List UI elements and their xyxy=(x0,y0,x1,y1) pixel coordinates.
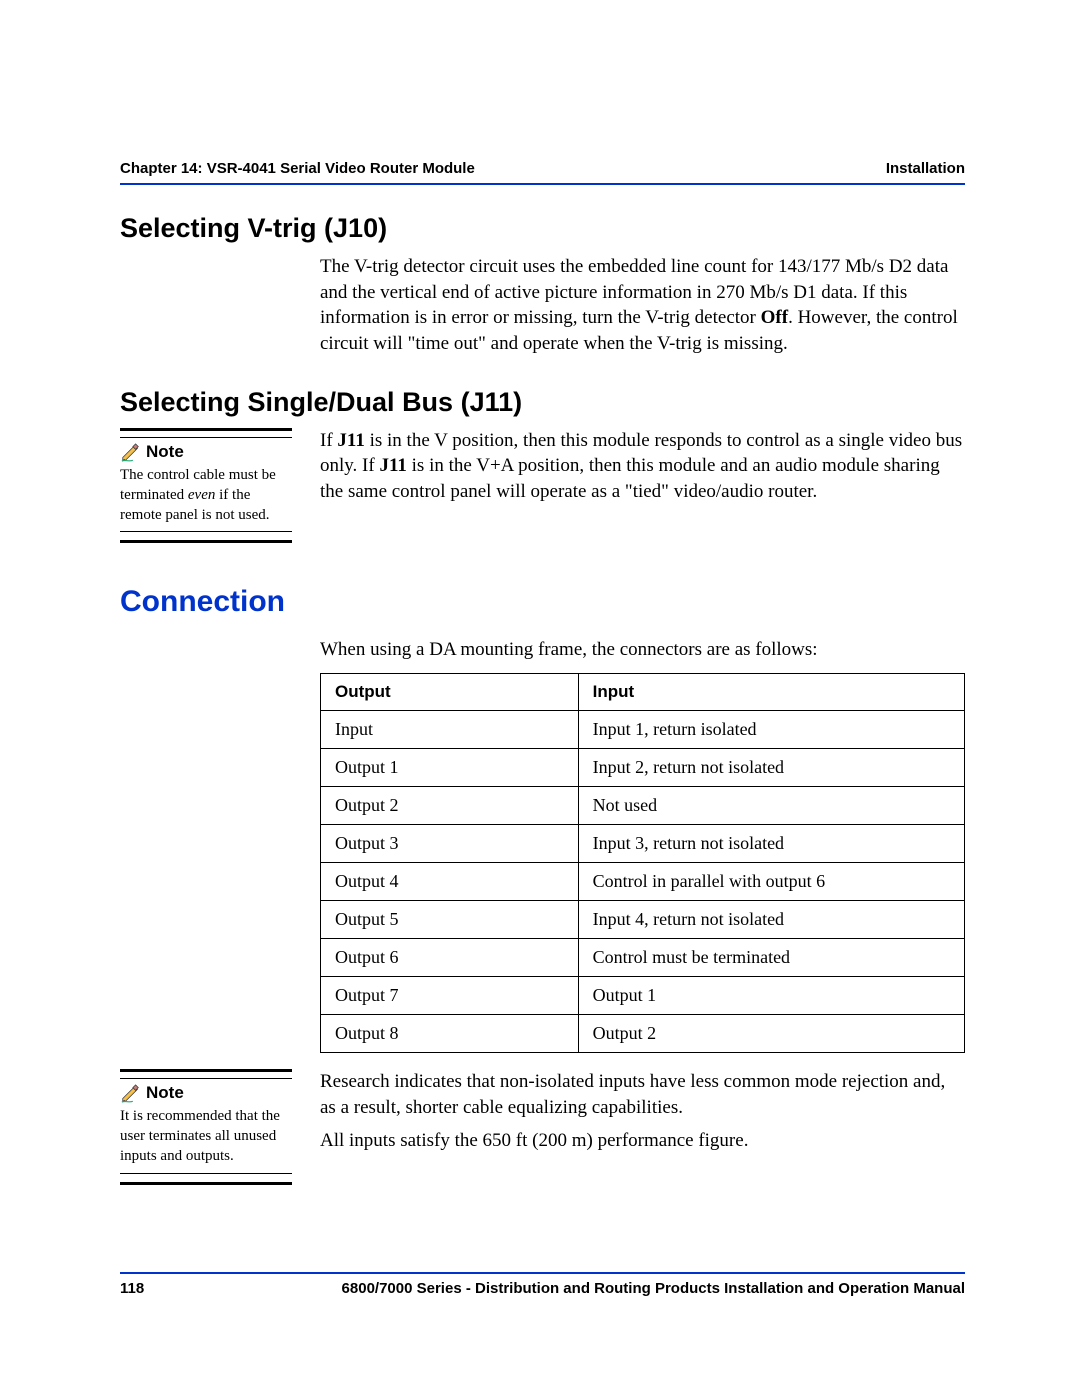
note-box-1: Note The control cable must be terminate… xyxy=(120,428,292,544)
note-header-1: Note xyxy=(120,437,292,463)
table-row: Output 5Input 4, return not isolated xyxy=(321,900,965,938)
cell: Input 3, return not isolated xyxy=(578,824,964,862)
para-vtrig-bold: Off xyxy=(761,307,788,328)
manual-title: 6800/7000 Series - Distribution and Rout… xyxy=(342,1280,965,1297)
table-row: InputInput 1, return isolated xyxy=(321,710,965,748)
cell: Input 1, return isolated xyxy=(578,710,964,748)
para-bus: If J11 is in the V position, then this m… xyxy=(320,428,965,505)
cell: Input xyxy=(321,710,579,748)
table-row: Output 8Output 2 xyxy=(321,1014,965,1052)
sidebar-note-2: Note It is recommended that the user ter… xyxy=(120,1069,320,1193)
cell: Output 7 xyxy=(321,976,579,1014)
page: Chapter 14: VSR-4041 Serial Video Router… xyxy=(0,0,1080,1397)
table-row: Output 6Control must be terminated xyxy=(321,938,965,976)
section-conn-row2: Note It is recommended that the user ter… xyxy=(120,1069,965,1193)
sidebar-empty-1 xyxy=(120,254,320,365)
cell: Output 1 xyxy=(578,976,964,1014)
note-header-2: Note xyxy=(120,1078,292,1104)
table-row: Output 1Input 2, return not isolated xyxy=(321,748,965,786)
sidebar-note-1: Note The control cable must be terminate… xyxy=(120,428,320,552)
th-input: Input xyxy=(578,673,964,710)
para-conn-after2: All inputs satisfy the 650 ft (200 m) pe… xyxy=(320,1128,965,1154)
cell: Output 5 xyxy=(321,900,579,938)
th-output: Output xyxy=(321,673,579,710)
note-text-1: The control cable must be terminated eve… xyxy=(120,465,292,533)
section-bus-body: If J11 is in the V position, then this m… xyxy=(320,428,965,552)
bus-s2-post: is in the V+A position, then this module… xyxy=(320,455,940,502)
table-row: Output 2Not used xyxy=(321,786,965,824)
cell: Output 4 xyxy=(321,862,579,900)
para-conn-after1: Research indicates that non-isolated inp… xyxy=(320,1069,965,1120)
table-header-row: Output Input xyxy=(321,673,965,710)
note-text-2: It is recommended that the user terminat… xyxy=(120,1106,292,1174)
running-footer: 118 6800/7000 Series - Distribution and … xyxy=(120,1272,965,1297)
section-conn-after: Research indicates that non-isolated inp… xyxy=(320,1069,965,1193)
pencil-icon xyxy=(120,1082,142,1104)
cell: Not used xyxy=(578,786,964,824)
connection-table: Output Input InputInput 1, return isolat… xyxy=(320,673,965,1053)
page-number: 118 xyxy=(120,1280,144,1297)
section-bus-row: Note The control cable must be terminate… xyxy=(120,428,965,552)
bus-s1-b: J11 xyxy=(337,430,364,451)
pencil-icon xyxy=(120,441,142,463)
cell: Output 8 xyxy=(321,1014,579,1052)
cell: Output 2 xyxy=(578,1014,964,1052)
heading-bus: Selecting Single/Dual Bus (J11) xyxy=(120,387,965,418)
note-label-2: Note xyxy=(146,1083,184,1103)
table-row: Output 7Output 1 xyxy=(321,976,965,1014)
para-conn-lead: When using a DA mounting frame, the conn… xyxy=(320,637,965,663)
running-header: Chapter 14: VSR-4041 Serial Video Router… xyxy=(120,160,965,185)
heading-vtrig: Selecting V-trig (J10) xyxy=(120,213,965,244)
table-row: Output 3Input 3, return not isolated xyxy=(321,824,965,862)
table-body: InputInput 1, return isolated Output 1In… xyxy=(321,710,965,1052)
heading-connection: Connection xyxy=(120,585,965,619)
cell: Output 6 xyxy=(321,938,579,976)
cell: Output 3 xyxy=(321,824,579,862)
header-left: Chapter 14: VSR-4041 Serial Video Router… xyxy=(120,160,475,177)
cell: Output 2 xyxy=(321,786,579,824)
para-vtrig: The V-trig detector circuit uses the emb… xyxy=(320,254,965,357)
cell: Output 1 xyxy=(321,748,579,786)
cell: Control must be terminated xyxy=(578,938,964,976)
section-vtrig-row: The V-trig detector circuit uses the emb… xyxy=(120,254,965,365)
cell: Input 2, return not isolated xyxy=(578,748,964,786)
bus-s2-b: J11 xyxy=(379,455,406,476)
header-right: Installation xyxy=(886,160,965,177)
note-box-2: Note It is recommended that the user ter… xyxy=(120,1069,292,1185)
cell: Control in parallel with output 6 xyxy=(578,862,964,900)
bus-s1-pre: If xyxy=(320,430,337,451)
note-label-1: Note xyxy=(146,442,184,462)
section-conn-lead: When using a DA mounting frame, the conn… xyxy=(320,637,965,1069)
table-row: Output 4Control in parallel with output … xyxy=(321,862,965,900)
cell: Input 4, return not isolated xyxy=(578,900,964,938)
section-vtrig-body: The V-trig detector circuit uses the emb… xyxy=(320,254,965,365)
note1-em: even xyxy=(188,487,215,503)
sidebar-empty-2 xyxy=(120,637,320,1069)
section-conn-row1: When using a DA mounting frame, the conn… xyxy=(120,637,965,1069)
